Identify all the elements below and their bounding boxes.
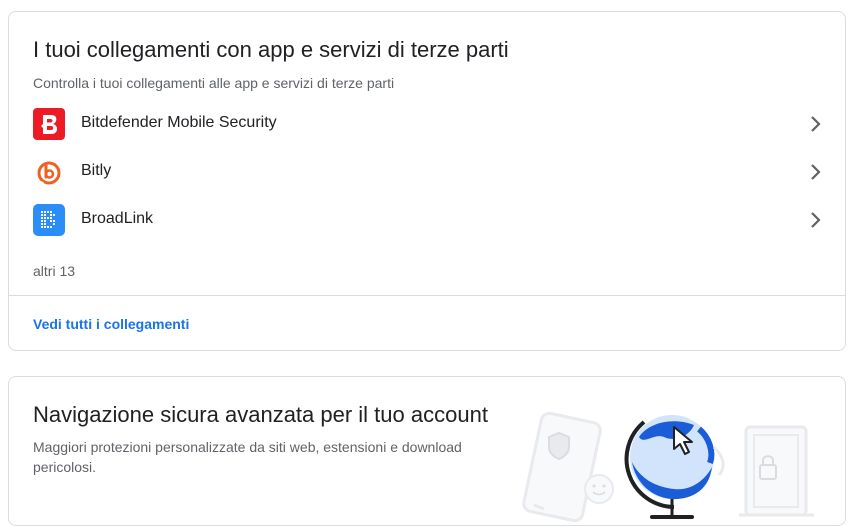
bitly-icon xyxy=(37,161,61,186)
app-row-bitly[interactable]: Bitly xyxy=(9,148,845,196)
app-name: Bitdefender Mobile Security xyxy=(81,114,277,131)
app-row-bitdefender[interactable]: Bitdefender Mobile Security xyxy=(9,100,845,148)
divider xyxy=(9,295,845,296)
chevron-right-icon xyxy=(811,164,821,180)
connections-card: I tuoi collegamenti con app e servizi di… xyxy=(8,11,846,351)
view-all-connections-link[interactable]: Vedi tutti i collegamenti xyxy=(33,316,189,332)
safe-browsing-illustration xyxy=(522,411,814,523)
app-name: Bitly xyxy=(81,162,112,179)
chevron-right-icon xyxy=(811,116,821,132)
bitdefender-icon xyxy=(33,108,65,140)
more-connections-count: altri 13 xyxy=(33,263,76,279)
app-name: BroadLink xyxy=(81,210,154,227)
safe-browsing-card: Navigazione sicura avanzata per il tuo a… xyxy=(8,376,846,526)
globe-icon xyxy=(624,415,725,519)
connections-title: I tuoi collegamenti con app e servizi di… xyxy=(33,37,509,62)
phone-shield-icon xyxy=(522,411,614,523)
lock-document-icon xyxy=(739,425,814,517)
app-row-broadlink[interactable]: BroadLink xyxy=(9,196,845,244)
broadlink-icon xyxy=(33,204,65,236)
chevron-right-icon xyxy=(811,212,821,228)
safe-browsing-title: Navigazione sicura avanzata per il tuo a… xyxy=(33,402,488,427)
connections-subtitle: Controlla i tuoi collegamenti alle app e… xyxy=(33,75,395,91)
safe-browsing-description: Maggiori protezioni personalizzate da si… xyxy=(33,439,462,475)
